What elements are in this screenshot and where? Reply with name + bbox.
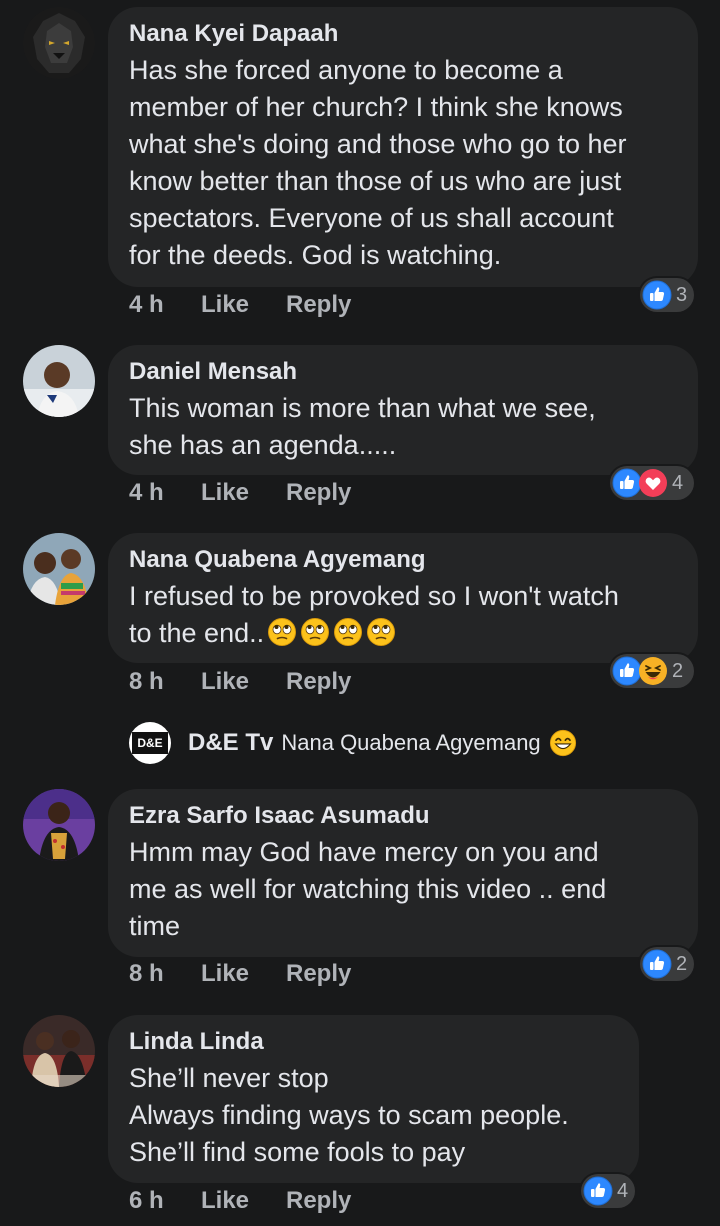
page-logo-text: D&E (137, 736, 163, 750)
comment-text: I refused to be provoked so I won't watc… (129, 578, 676, 652)
comment-actions: 6 h Like Reply (129, 1185, 351, 1217)
comment-timestamp[interactable]: 4 h (129, 479, 201, 507)
reply-button[interactable]: Reply (286, 960, 351, 988)
comment-bubble: Ezra Sarfo Isaac Asumadu Hmm may God hav… (108, 789, 698, 957)
user-photo-icon (23, 533, 95, 605)
comment-author[interactable]: Ezra Sarfo Isaac Asumadu (129, 801, 676, 831)
comment-bubble: Linda Linda She’ll never stop Always fin… (108, 1015, 639, 1183)
reaction-summary[interactable]: 4 (581, 1174, 635, 1208)
page-logo: D&E (131, 731, 169, 755)
reply-preview[interactable]: D&E D&E Tv Nana Quabena Agyemang (129, 722, 577, 764)
reply-text: Nana Quabena Agyemang (281, 730, 541, 755)
like-button[interactable]: Like (201, 668, 286, 696)
like-button[interactable]: Like (201, 1187, 286, 1215)
rolling-eyes-emoji-icon (366, 617, 396, 647)
comment-author[interactable]: Daniel Mensah (129, 357, 676, 387)
user-photo-icon (23, 789, 95, 861)
comment-timestamp[interactable]: 6 h (129, 1187, 201, 1215)
lion-avatar-icon (23, 7, 95, 79)
avatar[interactable] (23, 345, 95, 417)
comment-author[interactable]: Nana Quabena Agyemang (129, 545, 676, 575)
love-reaction-icon (639, 469, 667, 497)
comment-timestamp[interactable]: 8 h (129, 668, 201, 696)
avatar[interactable] (23, 789, 95, 861)
grinning-squint-emoji-icon (549, 729, 577, 757)
avatar[interactable]: D&E (129, 722, 171, 764)
reply-button[interactable]: Reply (286, 668, 351, 696)
rolling-eyes-emoji-icon (267, 617, 297, 647)
comment-bubble: Nana Kyei Dapaah Has she forced anyone t… (108, 7, 698, 287)
reaction-count: 2 (676, 952, 688, 975)
user-photo-icon (23, 1015, 95, 1087)
like-reaction-icon (583, 1176, 613, 1206)
reaction-count: 3 (676, 283, 688, 306)
user-photo-icon (23, 345, 95, 417)
reaction-count: 4 (617, 1179, 629, 1202)
haha-reaction-icon (638, 656, 668, 686)
like-button[interactable]: Like (201, 960, 286, 988)
comment-author[interactable]: Nana Kyei Dapaah (129, 19, 676, 49)
reply-button[interactable]: Reply (286, 479, 351, 507)
comment-actions: 8 h Like Reply (129, 666, 351, 698)
comment-actions: 8 h Like Reply (129, 958, 351, 990)
like-button[interactable]: Like (201, 291, 286, 319)
reaction-summary[interactable]: 2 (610, 654, 694, 688)
rolling-eyes-emoji-icon (333, 617, 363, 647)
like-reaction-icon (642, 280, 672, 310)
avatar[interactable] (23, 1015, 95, 1087)
comment-bubble: Nana Quabena Agyemang I refused to be pr… (108, 533, 698, 663)
comment-text: This woman is more than what we see, she… (129, 393, 596, 460)
like-button[interactable]: Like (201, 479, 286, 507)
like-reaction-icon (642, 949, 672, 979)
comment-author[interactable]: Linda Linda (129, 1027, 617, 1057)
rolling-eyes-emoji-icon (300, 617, 330, 647)
comment-text: Has she forced anyone to become a member… (129, 55, 627, 270)
reply-button[interactable]: Reply (286, 1187, 351, 1215)
reply-button[interactable]: Reply (286, 291, 351, 319)
comment-bubble: Daniel Mensah This woman is more than wh… (108, 345, 698, 475)
reaction-summary[interactable]: 4 (610, 466, 694, 500)
reaction-count: 4 (672, 471, 684, 494)
reaction-summary[interactable]: 3 (640, 278, 694, 312)
comment-actions: 4 h Like Reply (129, 289, 351, 321)
avatar[interactable] (23, 533, 95, 605)
comment-actions: 4 h Like Reply (129, 477, 351, 509)
comment-text: Hmm may God have mercy on you and me as … (129, 837, 607, 941)
reply-author[interactable]: D&E Tv (188, 729, 273, 757)
comment-timestamp[interactable]: 4 h (129, 291, 201, 319)
reaction-summary[interactable]: 2 (640, 947, 694, 981)
reaction-count: 2 (672, 659, 684, 682)
comment-text: She’ll never stop Always finding ways to… (129, 1063, 569, 1167)
comment-timestamp[interactable]: 8 h (129, 960, 201, 988)
avatar[interactable] (23, 7, 95, 79)
